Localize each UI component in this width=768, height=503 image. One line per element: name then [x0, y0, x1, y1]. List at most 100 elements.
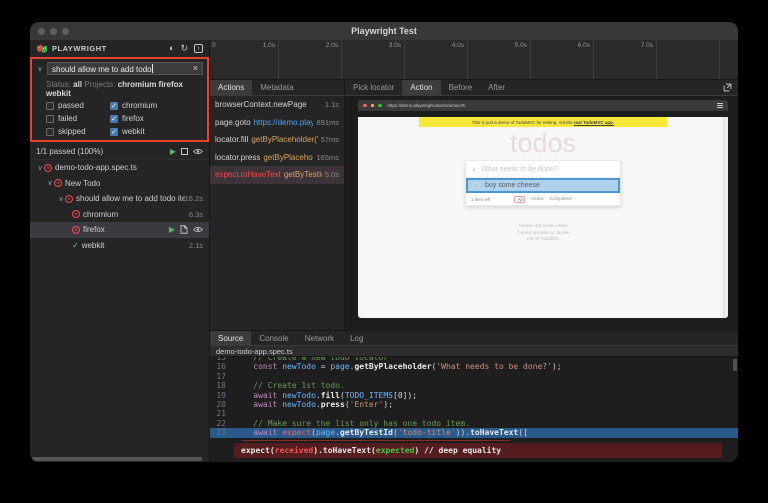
snapshot-panel: https://demo.playwright.dev/todomvc/#/ T… [345, 96, 738, 330]
action-locator: getByPlaceholde... [263, 152, 314, 162]
open-external-icon[interactable] [723, 83, 732, 92]
search-input[interactable]: should allow me to add todo × [47, 62, 203, 75]
tab-metadata[interactable]: Metadata [252, 80, 301, 95]
run-test-icon[interactable]: ▶ [169, 225, 175, 234]
code-viewer[interactable]: 15 // Create a new todo locator 16 const … [210, 357, 738, 441]
checkbox-checked-icon[interactable]: ✓ [110, 114, 118, 123]
run-summary-row: 1/1 passed (100%) ▶ [30, 144, 209, 160]
todo-footer: 1 item left All Active Completed [466, 193, 620, 205]
watch-all-eye-icon[interactable] [193, 148, 203, 155]
todo-item-label: buy some cheese [485, 182, 540, 189]
action-title: locator.press [215, 152, 261, 162]
filter-checkbox-failed[interactable]: failed [46, 114, 110, 123]
tree-row-new-todo[interactable]: ∨ × New Todo [30, 176, 209, 192]
tab-actions[interactable]: Actions [210, 80, 253, 95]
tab-pick-locator[interactable]: Pick locator [345, 80, 402, 95]
filter-checkbox-skipped[interactable]: skipped [46, 127, 110, 136]
reload-icon[interactable]: ↻ [180, 44, 188, 53]
fail-cross-icon: × [72, 225, 80, 234]
tree-row-firefox[interactable]: × firefox ▶ [30, 222, 209, 238]
demo-banner: This is just a demo of TodoMVC for testi… [419, 117, 667, 127]
tree-item-label: demo-todo-app.spec.ts [55, 163, 137, 173]
todo-item-highlighted[interactable]: buy some cheese [466, 178, 620, 193]
filter-highlight-box: ∨ should allow me to add todo × Status: … [30, 57, 209, 142]
line-number: 19 [216, 390, 226, 400]
tab-network[interactable]: Network [297, 331, 342, 345]
code-line-21[interactable]: 21 [210, 409, 738, 418]
new-todo-input[interactable]: ∨ What needs to be done? [466, 161, 620, 178]
app-window: Playwright Test PLAYWRIGHT ◐ ↻ › ∨ shoul… [30, 22, 738, 462]
watch-test-eye-icon[interactable] [193, 226, 203, 233]
filter-all-button[interactable]: All [514, 195, 526, 203]
filter-checkbox-passed[interactable]: passed [46, 101, 110, 110]
theme-toggle-icon[interactable]: ◐ [169, 44, 174, 53]
tab-after[interactable]: After [480, 80, 513, 95]
tree-item-label: webkit [81, 240, 105, 250]
checkbox-checked-icon[interactable]: ✓ [110, 101, 118, 110]
action-row-page-goto[interactable]: page.gotohttps://demo.playw...891ms [210, 114, 344, 132]
tab-source[interactable]: Source [210, 331, 252, 345]
tab-log[interactable]: Log [342, 331, 371, 345]
tab-action[interactable]: Action [402, 80, 441, 95]
action-row-locator-press[interactable]: locator.pressgetByPlaceholde...165ms [210, 149, 344, 167]
action-list: browserContext.newPage 1.1s page.goto https… [210, 96, 344, 330]
source-filename[interactable]: demo-todo-app.spec.ts [210, 346, 738, 357]
expand-chevron-icon[interactable]: ∨ [46, 179, 54, 187]
timeline-tick-label: 4.0s [451, 42, 464, 49]
real-todomvc-link[interactable]: real TodoMVC app. [574, 120, 614, 125]
toggle-all-chevron-icon[interactable]: ∨ [472, 166, 476, 173]
action-row-locator-fill[interactable]: locator.fillgetByPlaceholder('W...57ms [210, 131, 344, 149]
source-panel: Source Console Network Log demo-todo-app.sp… [210, 330, 738, 462]
checkbox-unchecked-icon[interactable] [46, 114, 54, 123]
terminal-icon[interactable]: › [194, 44, 203, 53]
tree-row-should-allow-me-to-add-todo-ite-[interactable]: ∨ × should allow me to add todo ite... 16.2… [30, 191, 209, 207]
action-duration: 891ms [316, 117, 339, 127]
timeline[interactable]: 0 1.0s 2.0s 3.0s 4.0s 5.0s 6.0s 7.0s [210, 40, 738, 80]
tab-console[interactable]: Console [251, 331, 296, 345]
filter-checkbox-chromium[interactable]: ✓ chromium [110, 101, 203, 110]
checkbox-unchecked-icon[interactable] [46, 127, 54, 136]
action-row-expect-tohavetext[interactable]: expect.toHaveTextgetByTestId('...5.0s [210, 166, 344, 184]
checkbox-label: skipped [58, 127, 86, 136]
todo-toggle-icon[interactable] [472, 181, 480, 190]
filter-active-button[interactable]: Active [531, 196, 543, 203]
filter-completed-button[interactable]: Completed [550, 196, 572, 203]
source-file-icon[interactable] [180, 225, 188, 234]
code-line-16[interactable]: 16 const newTodo = page.getByPlaceholder… [210, 362, 738, 371]
checkbox-checked-icon[interactable]: ✓ [110, 127, 118, 136]
expand-chevron-icon[interactable]: ∨ [57, 195, 65, 203]
code-line-19[interactable]: 19 await newTodo.fill(TODO_ITEMS[0]); [210, 391, 738, 400]
code-line-20[interactable]: 20 await newTodo.press('Enter'); [210, 400, 738, 409]
collapse-filters-chevron-icon[interactable]: ∨ [36, 65, 44, 73]
clear-search-icon[interactable]: × [193, 64, 198, 73]
action-row-browsercontext-newpage[interactable]: browserContext.newPage 1.1s [210, 96, 344, 114]
filter-summary: Status: all Projects: chromium firefox w… [46, 80, 183, 98]
tab-before[interactable]: Before [441, 80, 481, 95]
checkbox-unchecked-icon[interactable] [46, 101, 54, 110]
stop-icon[interactable] [181, 148, 188, 155]
tree-row-chromium[interactable]: × chromium 6.3s [30, 207, 209, 223]
code-line-22[interactable]: 22 // Make sure the list only has one to… [210, 419, 738, 428]
timeline-gridline [278, 40, 279, 79]
tree-item-label: chromium [83, 209, 119, 219]
error-squiggle-underline: ~~~~~~~~~~~~~~~~~~~~~~~~~~~~~~~~~~~~~~~~… [210, 438, 510, 441]
line-number: 17 [216, 371, 226, 381]
code-line-18[interactable]: 18 // Create 1st todo. [210, 381, 738, 390]
code-line-23[interactable]: 23 await expect(page.getByTestId('todo-t… [210, 428, 738, 438]
action-title: browserContext.newPage [215, 100, 307, 110]
page-scrollbar[interactable] [723, 117, 728, 318]
snapshot-url: https://demo.playwright.dev/todomvc/#/ [387, 103, 466, 108]
timeline-tick-label: 7.0s [640, 42, 653, 49]
code-text: await newTodo.press('Enter'); [253, 400, 394, 410]
code-line-17[interactable]: 17 [210, 372, 738, 381]
sidebar-horizontal-scrollbar[interactable] [32, 457, 202, 461]
expand-chevron-icon[interactable]: ∨ [36, 164, 44, 172]
footnote-line: Part of TodoMVC [527, 236, 559, 241]
code-scrollbar-thumb[interactable] [733, 359, 737, 371]
code-text: const newTodo = page.getByPlaceholder('W… [253, 362, 562, 372]
filter-checkbox-webkit[interactable]: ✓ webkit [110, 127, 203, 136]
tree-row-webkit[interactable]: ✓ webkit 2.1s [30, 238, 209, 254]
tree-row-demo-todo-app-spec-ts[interactable]: ∨ × demo-todo-app.spec.ts [30, 160, 209, 176]
run-all-icon[interactable]: ▶ [170, 147, 176, 156]
filter-checkbox-firefox[interactable]: ✓ firefox [110, 114, 203, 123]
